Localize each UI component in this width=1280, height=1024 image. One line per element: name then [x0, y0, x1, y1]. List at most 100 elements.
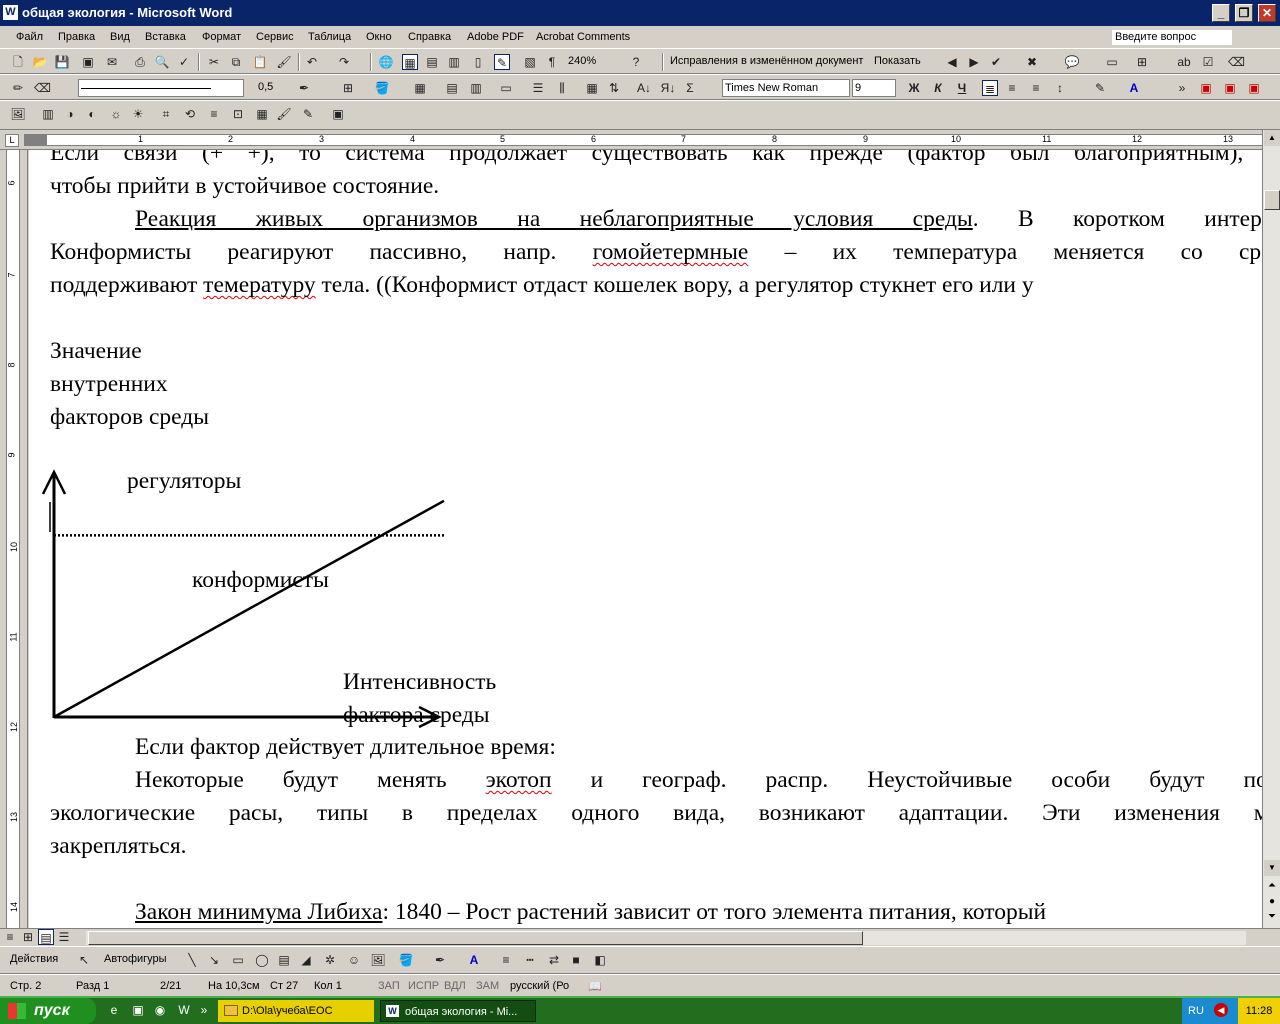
autoformat-table-icon[interactable]: ▦ — [584, 80, 600, 96]
zoom-select[interactable]: 240% — [566, 53, 620, 71]
rotate-icon[interactable]: ⟲ — [182, 106, 198, 122]
crop-icon[interactable]: ⌗ — [158, 106, 174, 122]
arrow-style-icon[interactable]: ⇄ — [546, 952, 562, 968]
cut-icon[interactable]: ✂ — [206, 54, 222, 70]
diagram-icon[interactable]: ✲ — [322, 952, 338, 968]
tables-borders-icon[interactable]: ▦ — [402, 54, 418, 70]
start-button[interactable]: пуск — [0, 998, 96, 1024]
line-style-icon[interactable]: ≡ — [206, 106, 222, 122]
help-icon[interactable]: ? — [628, 54, 644, 70]
minimize-button[interactable]: _ — [1212, 4, 1230, 22]
track-changes-view-select[interactable]: Исправления в изменённом документ — [668, 53, 866, 71]
spelling-error[interactable]: гомойетермные — [593, 239, 749, 265]
quicklaunch-media-icon[interactable]: ◉ — [152, 1002, 168, 1018]
show-markup-button[interactable]: Показать — [872, 53, 932, 71]
menu-window[interactable]: Окно — [366, 31, 392, 43]
line-color-icon[interactable]: ✒ — [432, 952, 448, 968]
menu-tools[interactable]: Сервис — [256, 31, 294, 43]
arrow-tool-icon[interactable]: ↘ — [206, 952, 222, 968]
outline-view-icon[interactable]: ☰ — [56, 929, 72, 945]
format-painter-icon[interactable]: 🖌 — [276, 54, 292, 70]
mail-icon[interactable]: ✉ — [104, 54, 120, 70]
insert-table-icon[interactable]: ▤ — [424, 54, 440, 70]
form-field-icon[interactable]: ab — [1176, 54, 1192, 70]
less-contrast-icon[interactable]: ◐ — [84, 106, 100, 122]
italic-icon[interactable]: К — [930, 80, 946, 96]
draw-font-color-icon[interactable]: A — [466, 952, 482, 968]
print-preview-icon[interactable]: 🔍 — [154, 54, 170, 70]
line-weight-select[interactable]: 0,5 — [256, 79, 290, 97]
show-formatting-icon[interactable]: ¶ — [544, 54, 560, 70]
scroll-down-icon[interactable]: ▼ — [1264, 860, 1280, 876]
shading-color-icon[interactable]: 🪣 — [374, 80, 390, 96]
line-style-draw-icon[interactable]: ≡ — [498, 952, 514, 968]
status-record-macro[interactable]: ЗАП — [378, 980, 400, 992]
quicklaunch-ie-icon[interactable]: e — [106, 1002, 122, 1018]
new-document-icon[interactable]: 🗋 — [10, 54, 26, 70]
hyperlink-icon[interactable]: 🌐 — [378, 54, 394, 70]
font-color-icon[interactable]: A — [1126, 80, 1142, 96]
menu-format[interactable]: Формат — [202, 31, 241, 43]
oval-tool-icon[interactable]: ◯ — [254, 952, 270, 968]
spelling-error[interactable]: темературу — [203, 272, 315, 298]
copy-icon[interactable]: ⧉ — [228, 54, 244, 70]
print-icon[interactable]: ⎙ — [132, 54, 148, 70]
distribute-columns-icon[interactable]: ⫼ — [554, 80, 570, 96]
more-brightness-icon[interactable]: ☼ — [108, 106, 124, 122]
menu-table[interactable]: Таблица — [308, 31, 351, 43]
restore-button[interactable]: ❐ — [1235, 4, 1253, 22]
convert-to-pdf-icon[interactable]: ▣ — [1198, 80, 1214, 96]
autoshapes-menu[interactable]: Автофигуры — [102, 951, 178, 969]
bold-icon[interactable]: Ж — [906, 80, 922, 96]
outline-icon[interactable]: ⊞ — [1134, 54, 1150, 70]
menu-file[interactable]: Файл — [16, 31, 43, 43]
3d-style-icon[interactable]: ◧ — [592, 952, 608, 968]
align-cell-icon[interactable]: ▭ — [498, 80, 514, 96]
align-justify-icon[interactable]: ≣ — [982, 80, 998, 96]
columns-icon[interactable]: ▯ — [470, 54, 486, 70]
text-wrapping-icon[interactable]: ▦ — [254, 106, 270, 122]
highlight-icon[interactable]: ✎ — [1092, 80, 1108, 96]
horizontal-scrollbar[interactable] — [86, 931, 1246, 945]
status-extend[interactable]: ВДЛ — [444, 980, 466, 992]
set-transparent-icon[interactable]: ✎ — [300, 106, 316, 122]
more-contrast-icon[interactable]: ◑ — [62, 106, 78, 122]
previous-change-icon[interactable]: ◀ — [944, 54, 960, 70]
taskbar-explorer-window[interactable]: D:\Ola\учеба\ЕОС — [218, 1000, 374, 1022]
insert-table-grid-icon[interactable]: ▦ — [412, 80, 428, 96]
convert-and-email-pdf-icon[interactable]: ▣ — [1222, 80, 1238, 96]
normal-view-icon[interactable]: ≡ — [2, 929, 18, 945]
next-change-icon[interactable]: ▶ — [966, 54, 982, 70]
font-name-select[interactable]: Times New Roman — [722, 79, 850, 97]
horizontal-scroll-thumb[interactable] — [88, 931, 863, 945]
split-cells-icon[interactable]: ▥ — [468, 80, 484, 96]
drawing-icon[interactable]: ✎ — [494, 54, 510, 70]
less-brightness-icon[interactable]: ☀ — [130, 106, 146, 122]
line-tool-icon[interactable]: ╲ — [184, 952, 200, 968]
insert-picture-draw-icon[interactable]: 🖼 — [370, 952, 386, 968]
autosum-icon[interactable]: Σ — [682, 80, 698, 96]
draw-actions-menu[interactable]: Действия — [8, 951, 72, 969]
word-app-icon[interactable]: W — [3, 5, 18, 20]
spelling-icon[interactable]: ✓ — [176, 54, 192, 70]
text-direction-icon[interactable]: ⇅ — [606, 80, 622, 96]
clip-art-icon[interactable]: ☺ — [346, 952, 362, 968]
font-size-select[interactable]: 9 — [852, 79, 896, 97]
sort-ascending-icon[interactable]: A↓ — [636, 80, 652, 96]
menu-acrobat-comments[interactable]: Acrobat Comments — [536, 31, 630, 43]
format-picture-icon[interactable]: 🖌 — [276, 106, 292, 122]
menu-insert[interactable]: Вставка — [145, 31, 186, 43]
merge-cells-icon[interactable]: ▤ — [444, 80, 460, 96]
undo-icon[interactable]: ↶ — [304, 54, 320, 70]
more-buttons-icon[interactable]: » — [1174, 80, 1190, 96]
menu-view[interactable]: Вид — [110, 31, 130, 43]
quicklaunch-word-icon[interactable]: W — [176, 1002, 192, 1018]
tray-app-icon[interactable]: ◀ — [1214, 1003, 1228, 1017]
status-track-changes[interactable]: ИСПР — [408, 980, 439, 992]
insert-excel-icon[interactable]: ▥ — [446, 54, 462, 70]
web-view-icon[interactable]: ⊞ — [20, 929, 36, 945]
scroll-up-icon[interactable]: ▲ — [1264, 130, 1280, 146]
save-icon[interactable]: 💾 — [54, 54, 70, 70]
text-box-icon[interactable]: ▤ — [276, 952, 292, 968]
paste-icon[interactable]: 📋 — [252, 54, 268, 70]
